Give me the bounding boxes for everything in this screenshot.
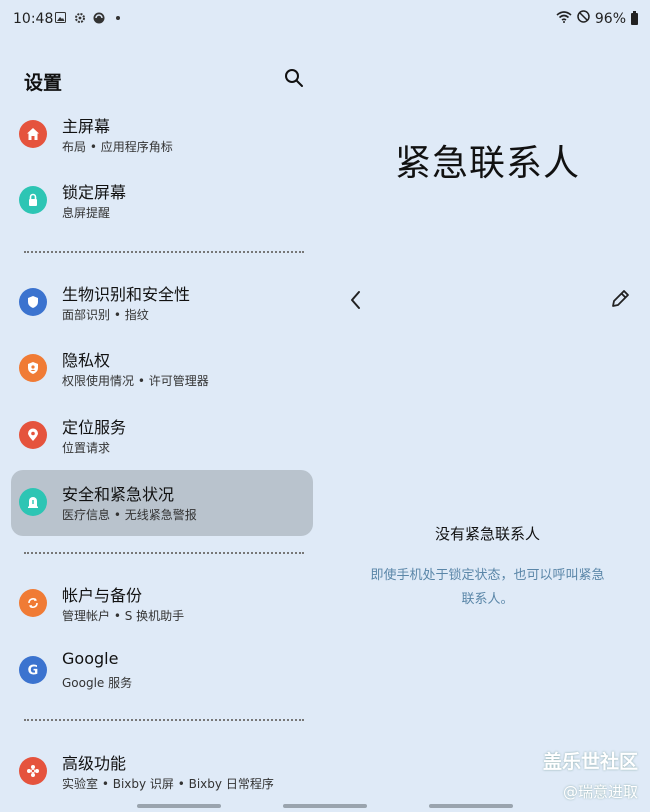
section-divider — [24, 251, 304, 253]
advanced-icon — [19, 757, 47, 785]
empty-state-title: 没有紧急联系人 — [434, 525, 540, 543]
do-not-disturb-icon — [577, 10, 590, 27]
item-subtitle: 位置请求 — [62, 441, 111, 455]
item-subtitle: 管理帐户 • S 换机助手 — [62, 609, 185, 623]
item-subtitle: 权限使用情况 • 许可管理器 — [62, 374, 209, 388]
item-title: 高级功能 — [62, 754, 127, 773]
nav-handle-right[interactable] — [429, 804, 513, 808]
item-title: 主屏幕 — [62, 117, 111, 136]
item-subtitle: 面部识别 • 指纹 — [62, 308, 149, 322]
item-title: 生物识别和安全性 — [62, 285, 191, 304]
item-title: 隐私权 — [62, 351, 111, 370]
search-button[interactable] — [282, 66, 306, 90]
nav-handle-center[interactable] — [283, 804, 367, 808]
watermark-community: 盖乐世社区 — [542, 751, 638, 773]
section-divider — [24, 719, 304, 721]
item-title: 锁定屏幕 — [62, 183, 127, 202]
settings-gear-icon — [73, 11, 86, 24]
settings-pane: 设置 主屏幕 布局 • 应用程序角标 锁定屏幕 息屏提醒 生物识别和安全性 面部… — [0, 38, 325, 812]
settings-item-home-screen[interactable]: 主屏幕 布局 • 应用程序角标 — [11, 102, 313, 168]
item-title: 帐户与备份 — [62, 586, 143, 605]
notification-icons — [54, 11, 124, 24]
app-notification-icon — [92, 11, 105, 24]
lock-icon — [19, 186, 47, 214]
edit-button[interactable] — [609, 288, 631, 310]
status-bar: 10:48 96% — [0, 0, 650, 38]
settings-item-advanced-features[interactable]: 高级功能 实验室 • Bixby 识屏 • Bixby 日常程序 — [11, 739, 313, 805]
svg-text:G: G — [28, 664, 39, 679]
privacy-icon — [19, 354, 47, 382]
settings-item-lock-screen[interactable]: 锁定屏幕 息屏提醒 — [11, 168, 313, 234]
search-icon — [285, 69, 303, 87]
item-title: Google — [62, 649, 119, 668]
item-subtitle: 实验室 • Bixby 识屏 • Bixby 日常程序 — [62, 777, 274, 791]
sync-icon — [19, 589, 47, 617]
wifi-icon — [556, 10, 572, 27]
item-subtitle: 医疗信息 • 无线紧急警报 — [62, 508, 197, 522]
settings-item-accounts-backup[interactable]: 帐户与备份 管理帐户 • S 换机助手 — [11, 571, 313, 637]
back-button[interactable] — [345, 288, 367, 312]
pencil-icon — [612, 290, 629, 307]
nav-handle-left[interactable] — [137, 804, 221, 808]
watermark-author: @瑞意进取 — [562, 783, 638, 801]
battery-percent: 96% — [594, 10, 626, 27]
section-divider — [24, 552, 304, 554]
item-subtitle: Google 服务 — [62, 676, 133, 690]
shield-icon — [19, 288, 47, 316]
chevron-left-icon — [351, 291, 360, 309]
empty-state-description: 即使手机处于锁定状态，也可以呼叫紧急联系人。 — [370, 568, 605, 607]
more-notifications-dot-icon — [111, 11, 124, 24]
item-subtitle: 布局 • 应用程序角标 — [62, 140, 173, 154]
gallery-icon — [54, 11, 67, 24]
detail-title: 紧急联系人 — [394, 143, 580, 184]
status-time: 10:48 — [13, 11, 54, 27]
location-icon — [19, 421, 47, 449]
settings-item-google[interactable]: G Google Google 服务 — [11, 638, 313, 704]
settings-item-safety-emergency[interactable]: 安全和紧急状况 医疗信息 • 无线紧急警报 — [11, 470, 313, 536]
settings-item-location[interactable]: 定位服务 位置请求 — [11, 403, 313, 469]
emergency-icon — [19, 488, 47, 516]
settings-item-privacy[interactable]: 隐私权 权限使用情况 • 许可管理器 — [11, 336, 313, 402]
item-subtitle: 息屏提醒 — [62, 206, 111, 220]
item-title: 定位服务 — [62, 418, 127, 437]
item-title: 安全和紧急状况 — [62, 485, 175, 504]
home-icon — [19, 120, 47, 148]
settings-item-biometrics[interactable]: 生物识别和安全性 面部识别 • 指纹 — [11, 270, 313, 336]
google-icon: G — [19, 656, 47, 684]
detail-pane: 紧急联系人 没有紧急联系人 即使手机处于锁定状态，也可以呼叫紧急联系人。 盖乐世… — [325, 38, 650, 812]
page-title: 设置 — [24, 72, 63, 94]
battery-icon — [631, 10, 638, 25]
